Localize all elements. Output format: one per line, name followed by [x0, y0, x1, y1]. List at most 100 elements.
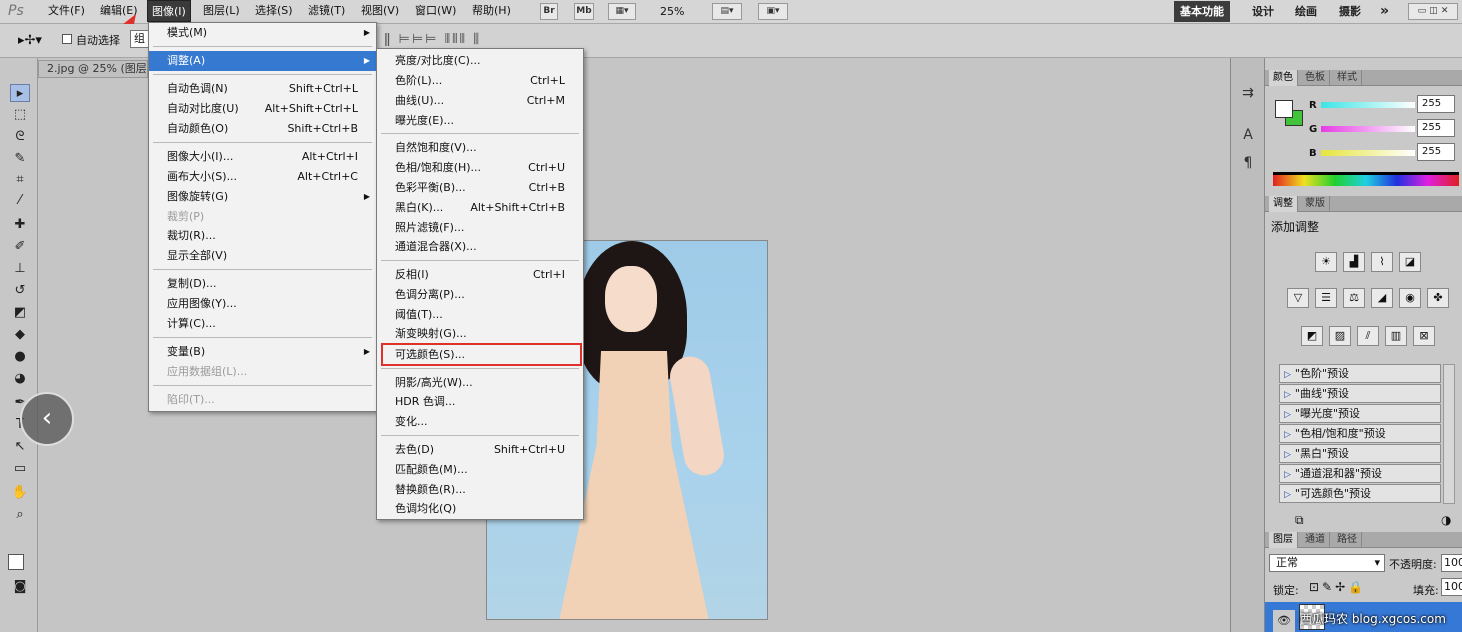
blue-value-input[interactable]: 255	[1417, 143, 1455, 161]
red-slider[interactable]	[1321, 102, 1415, 108]
blue-slider[interactable]	[1321, 150, 1415, 156]
more-workspaces-button[interactable]: »	[1374, 1, 1395, 22]
preset-exposure[interactable]: ▷ "曝光度"预设	[1279, 404, 1441, 423]
tab-layers[interactable]: 图层	[1269, 532, 1298, 548]
workspace-photography[interactable]: 摄影	[1333, 1, 1367, 22]
quick-select-tool-icon[interactable]: ✎	[10, 150, 30, 168]
menu-item-hue-saturation[interactable]: 色相/饱和度(H)... Ctrl+U	[377, 158, 583, 178]
blend-mode-dropdown[interactable]: 正常 ▾	[1269, 554, 1385, 572]
menu-item-black-white[interactable]: 黑白(K)... Alt+Shift+Ctrl+B	[377, 198, 583, 218]
green-slider[interactable]	[1321, 126, 1415, 132]
quick-mask-icon[interactable]: ◙	[10, 578, 30, 596]
menu-select[interactable]: 选择(S)	[251, 0, 297, 22]
menu-image[interactable]: 图像(I)	[147, 0, 191, 22]
move-tool-icon[interactable]: ▸✢▾	[18, 33, 42, 48]
screen-mode-button[interactable]: ▣▾	[758, 3, 788, 20]
menu-item-equalize[interactable]: 色调均化(Q)	[377, 499, 583, 519]
brightness-adjustment-icon[interactable]: ☀	[1315, 252, 1337, 272]
menu-layer[interactable]: 图层(L)	[199, 0, 244, 22]
menu-item-mode[interactable]: 模式(M) ▶	[149, 23, 376, 43]
clone-stamp-tool-icon[interactable]: ⊥	[10, 260, 30, 278]
presets-scrollbar[interactable]	[1443, 364, 1455, 504]
menu-window[interactable]: 窗口(W)	[411, 0, 460, 22]
menu-item-calculations[interactable]: 计算(C)...	[149, 314, 376, 334]
channel-mixer-adjustment-icon[interactable]: ✤	[1427, 288, 1449, 308]
layer-visibility-eye-icon[interactable]: 👁	[1273, 610, 1295, 632]
menu-item-duplicate[interactable]: 复制(D)...	[149, 274, 376, 294]
menu-item-replace-color[interactable]: 替换颜色(R)...	[377, 480, 583, 500]
menu-item-channel-mixer[interactable]: 通道混合器(X)...	[377, 237, 583, 257]
eraser-tool-icon[interactable]: ◩	[10, 304, 30, 322]
menu-filter[interactable]: 滤镜(T)	[304, 0, 349, 22]
exposure-adjustment-icon[interactable]: ◪	[1399, 252, 1421, 272]
history-panel-icon[interactable]: ⇉	[1240, 84, 1256, 102]
marquee-tool-icon[interactable]: ⬚	[10, 106, 30, 124]
bridge-button[interactable]: Br	[540, 3, 558, 20]
menu-item-auto-contrast[interactable]: 自动对比度(U) Alt+Shift+Ctrl+L	[149, 99, 376, 119]
document-tab[interactable]: 2.jpg @ 25% (图层	[38, 60, 148, 78]
menu-item-image-rotation[interactable]: 图像旋转(G) ▶	[149, 187, 376, 207]
menu-view[interactable]: 视图(V)	[357, 0, 403, 22]
paragraph-panel-icon[interactable]: ¶	[1240, 154, 1256, 172]
history-brush-tool-icon[interactable]: ↺	[10, 282, 30, 300]
color-fg-swatch[interactable]	[1275, 100, 1293, 118]
zoom-level[interactable]: 25%	[660, 5, 684, 18]
tab-swatches[interactable]: 色板	[1301, 70, 1330, 86]
eyedropper-tool-icon[interactable]: ⁄	[10, 192, 30, 210]
green-value-input[interactable]: 255	[1417, 119, 1455, 137]
menu-item-reveal-all[interactable]: 显示全部(V)	[149, 246, 376, 266]
menu-item-auto-color[interactable]: 自动颜色(O) Shift+Ctrl+B	[149, 119, 376, 139]
preset-channel-mixer[interactable]: ▷ "通道混和器"预设	[1279, 464, 1441, 483]
menu-item-posterize[interactable]: 色调分离(P)...	[377, 285, 583, 305]
gradient-map-adjustment-icon[interactable]: ▥	[1385, 326, 1407, 346]
tab-channels[interactable]: 通道	[1301, 532, 1330, 548]
color-balance-adjustment-icon[interactable]: ⚖	[1343, 288, 1365, 308]
lasso-tool-icon[interactable]: ᘓ	[10, 128, 30, 146]
auto-select-type-dropdown[interactable]: 组	[130, 30, 150, 48]
vibrance-adjustment-icon[interactable]: ▽	[1287, 288, 1309, 308]
opacity-input[interactable]: 100	[1441, 554, 1462, 572]
brush-tool-icon[interactable]: ✐	[10, 238, 30, 256]
tab-styles[interactable]: 样式	[1333, 70, 1362, 86]
workspace-design[interactable]: 设计	[1246, 1, 1280, 22]
foreground-color-swatch[interactable]	[8, 554, 24, 570]
zoom-tool-icon[interactable]: ⌕	[10, 506, 30, 524]
previous-slide-button[interactable]: ‹	[20, 392, 74, 446]
visibility-toggle-icon[interactable]: ◑	[1441, 513, 1451, 527]
menu-item-color-balance[interactable]: 色彩平衡(B)... Ctrl+B	[377, 178, 583, 198]
lock-icons[interactable]: ⊡✎✢🔒	[1309, 580, 1366, 594]
crop-tool-icon[interactable]: ⌗	[10, 171, 30, 189]
menu-item-adjustments[interactable]: 调整(A) ▶	[149, 51, 376, 71]
preset-black-white[interactable]: ▷ "黑白"预设	[1279, 444, 1441, 463]
arrange-documents-button[interactable]: ▤▾	[712, 3, 742, 20]
menu-item-levels[interactable]: 色阶(L)... Ctrl+L	[377, 71, 583, 91]
menu-item-desaturate[interactable]: 去色(D) Shift+Ctrl+U	[377, 440, 583, 460]
menu-item-curves[interactable]: 曲线(U)... Ctrl+M	[377, 91, 583, 111]
menu-item-trim[interactable]: 裁切(R)...	[149, 226, 376, 246]
levels-adjustment-icon[interactable]: ▟	[1343, 252, 1365, 272]
menu-item-hdr-toning[interactable]: HDR 色调...	[377, 392, 583, 412]
selective-color-adjustment-icon[interactable]: ⊠	[1413, 326, 1435, 346]
menu-item-gradient-map[interactable]: 渐变映射(G)...	[377, 324, 583, 344]
move-tool-icon[interactable]: ▸	[10, 84, 30, 102]
red-value-input[interactable]: 255	[1417, 95, 1455, 113]
menu-item-canvas-size[interactable]: 画布大小(S)... Alt+Ctrl+C	[149, 167, 376, 187]
auto-select-checkbox[interactable]	[62, 34, 72, 44]
menu-item-match-color[interactable]: 匹配颜色(M)...	[377, 460, 583, 480]
preset-curves[interactable]: ▷ "曲线"预设	[1279, 384, 1441, 403]
preset-levels[interactable]: ▷ "色阶"预设	[1279, 364, 1441, 383]
menu-item-invert[interactable]: 反相(I) Ctrl+I	[377, 265, 583, 285]
menu-item-variations[interactable]: 变化...	[377, 412, 583, 432]
menu-item-apply-image[interactable]: 应用图像(Y)...	[149, 294, 376, 314]
dodge-tool-icon[interactable]: ◕	[10, 370, 30, 388]
fill-input[interactable]: 100	[1441, 578, 1462, 596]
path-select-tool-icon[interactable]: ↖	[10, 438, 30, 456]
preset-hue-saturation[interactable]: ▷ "色相/饱和度"预设	[1279, 424, 1441, 443]
hand-tool-icon[interactable]: ✋	[10, 484, 30, 502]
align-icons[interactable]: ǁ ⊨⊨⊨ ⫴⫴⫴ ⫼	[384, 32, 481, 47]
blur-tool-icon[interactable]: ●	[10, 348, 30, 366]
menu-item-auto-tone[interactable]: 自动色调(N) Shift+Ctrl+L	[149, 79, 376, 99]
curves-adjustment-icon[interactable]: ⌇	[1371, 252, 1393, 272]
paint-bucket-tool-icon[interactable]: ◆	[10, 326, 30, 344]
character-panel-icon[interactable]: A	[1240, 126, 1256, 144]
